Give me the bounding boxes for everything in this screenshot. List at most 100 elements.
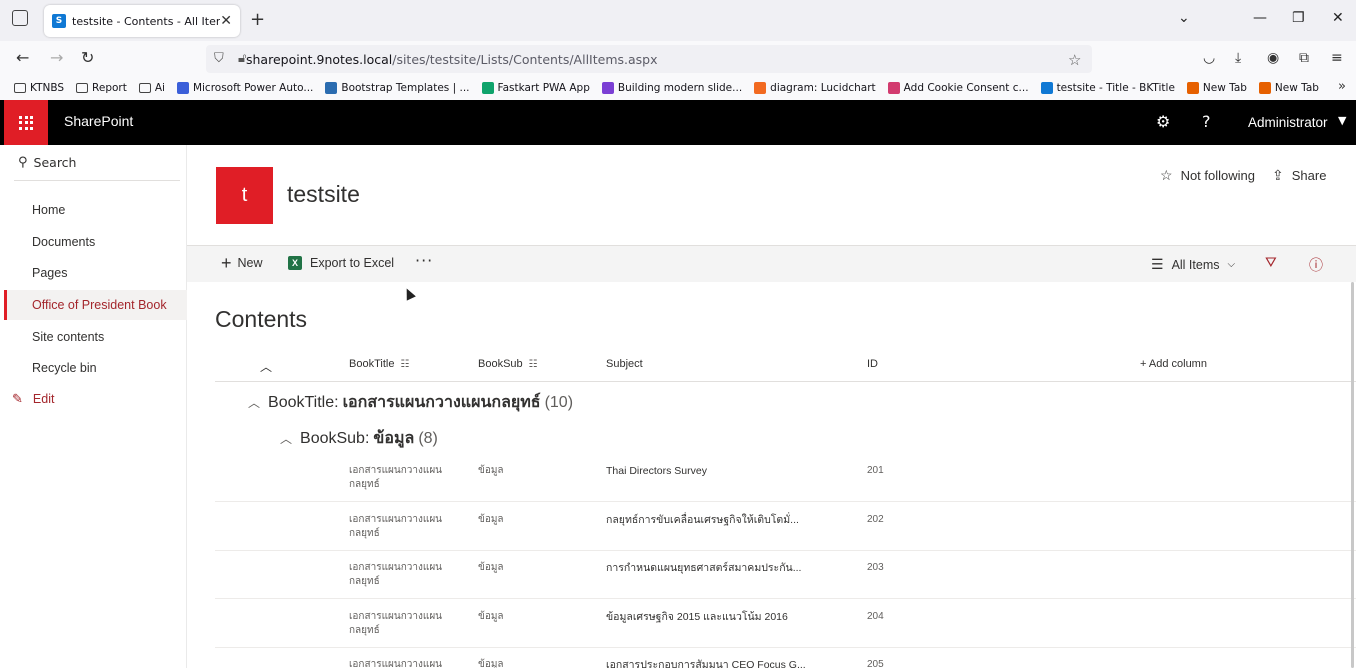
sharepoint-brand[interactable]: SharePoint xyxy=(64,113,133,129)
cell-id: 205 xyxy=(867,659,884,668)
reload-icon[interactable]: ↻ xyxy=(81,48,94,67)
column-header-id[interactable]: ID xyxy=(867,358,878,370)
group-header-booksub[interactable]: ︿ BookSub: ข้อมูล (8) xyxy=(280,426,438,451)
settings-gear-icon[interactable]: ⚙ xyxy=(1156,112,1170,131)
bookmark-label: Add Cookie Consent c... xyxy=(903,82,1029,94)
bookmark-item[interactable]: Report xyxy=(76,82,127,94)
cell-subject[interactable]: Thai Directors Survey xyxy=(606,464,707,478)
restore-icon[interactable]: ❐ xyxy=(1292,10,1305,26)
list-row[interactable]: เอกสารแผนกวางแผน กลยุทธ์ ข้อมูล กลยุทธ์การ… xyxy=(215,503,1356,551)
column-header-booktitle[interactable]: BookTitle ☷ xyxy=(349,358,409,370)
nav-item-site-contents[interactable]: Site contents xyxy=(4,322,187,352)
chevron-up-icon[interactable]: ︿ xyxy=(248,394,260,411)
column-header-booksub[interactable]: BookSub ☷ xyxy=(478,358,538,370)
column-label: Subject xyxy=(606,358,643,370)
shield-icon[interactable]: ⛉ xyxy=(214,51,224,66)
list-row[interactable]: เอกสารแผนกวางแผน ข้อมูล เอกสารประกอบการสัม… xyxy=(215,648,1356,668)
nav-item-documents[interactable]: Documents xyxy=(4,227,187,257)
bookmark-item[interactable]: testsite - Title - BKTitle xyxy=(1040,82,1175,94)
nav-item-home[interactable]: Home xyxy=(4,195,187,225)
extensions-icon[interactable]: ⧉ xyxy=(1299,50,1309,66)
info-icon[interactable]: ⓘ xyxy=(1309,255,1323,275)
bookmark-label: Fastkart PWA App xyxy=(497,82,590,94)
browser-nav-bar: ← → ↻ ⛉ 🔓︎ sharepoint.9notes.local/sites… xyxy=(0,41,1356,76)
list-all-tabs-icon[interactable]: ⌄ xyxy=(1178,10,1190,26)
export-to-excel-button[interactable]: X Export to Excel xyxy=(288,256,394,270)
share-button[interactable]: ⇪ Share xyxy=(1272,167,1326,184)
browser-tab-active[interactable]: S testsite - Contents - All Items ✕ xyxy=(44,5,240,37)
suite-bar: SharePoint ⚙ ? Administrator ▼ xyxy=(0,100,1356,145)
bookmark-item[interactable]: New Tab xyxy=(1258,82,1319,94)
lock-icon[interactable]: 🔓︎ xyxy=(238,51,246,66)
folder-icon xyxy=(14,83,26,93)
group-field: BookTitle: xyxy=(268,393,339,411)
address-bar[interactable]: ⛉ 🔓︎ sharepoint.9notes.local/sites/tests… xyxy=(206,45,1092,73)
bookmark-item[interactable]: Building modern slide... xyxy=(601,82,743,94)
column-header-subject[interactable]: Subject xyxy=(606,358,643,370)
more-bookmarks-icon[interactable]: » xyxy=(1338,79,1346,94)
group-header-booktitle[interactable]: ︿ BookTitle: เอกสารแผนกวางแผนกลยุทธ์ (10… xyxy=(248,390,573,415)
downloads-icon[interactable]: ⤓ xyxy=(1235,50,1241,66)
url-text[interactable]: sharepoint.9notes.local/sites/testsite/L… xyxy=(246,52,658,67)
bookmark-item[interactable]: Ai xyxy=(138,82,165,94)
nav-item-pages[interactable]: Pages xyxy=(4,258,187,288)
site-logo[interactable]: t xyxy=(216,167,273,224)
user-menu[interactable]: Administrator xyxy=(1248,115,1328,130)
group-value: เอกสารแผนกวางแผนกลยุทธ์ xyxy=(342,394,541,411)
header-divider xyxy=(215,381,1356,382)
cell-booktitle: เอกสารแผนกวางแผน กลยุทธ์ xyxy=(349,562,443,587)
bookmark-label: Building modern slide... xyxy=(617,82,743,94)
cell-subject[interactable]: ข้อมูลเศรษฐกิจ 2015 และแนวโน้ม 2016 xyxy=(606,610,788,624)
new-tab-icon[interactable]: + xyxy=(250,9,265,30)
app-launcher-button[interactable] xyxy=(4,100,48,145)
follow-button[interactable]: ☆ Not following xyxy=(1160,167,1255,184)
account-icon[interactable]: ◉ xyxy=(1267,50,1279,66)
bookmark-item[interactable]: diagram: Lucidchart xyxy=(754,82,876,94)
cell-subject[interactable]: การกำหนดแผนยุทธศาสตร์สมาคมประกัน... xyxy=(606,561,801,575)
site-title[interactable]: testsite xyxy=(287,181,360,208)
chevron-up-icon[interactable]: ︿ xyxy=(280,430,292,447)
bookmark-label: New Tab xyxy=(1274,82,1319,94)
vertical-scrollbar[interactable] xyxy=(1351,282,1354,668)
chevron-down-icon[interactable]: ▼ xyxy=(1338,114,1346,127)
menu-icon[interactable]: ≡ xyxy=(1331,50,1343,66)
bookmark-label: New Tab xyxy=(1202,82,1247,94)
bookmark-item[interactable]: Bootstrap Templates | ... xyxy=(325,82,470,94)
tab-list-icon[interactable] xyxy=(12,10,28,26)
nav-item-recycle-bin[interactable]: Recycle bin xyxy=(4,353,187,383)
nav-item-office-of-president-book[interactable]: Office of President Book xyxy=(4,290,187,320)
edit-links-button[interactable]: ✎ Edit xyxy=(12,391,54,407)
group-by-icon: ☷ xyxy=(400,358,410,370)
minimize-icon[interactable]: — xyxy=(1253,10,1267,26)
help-icon[interactable]: ? xyxy=(1202,112,1211,131)
collapse-all-icon[interactable]: ︿ xyxy=(260,358,272,375)
more-commands-button[interactable]: ··· xyxy=(415,251,433,270)
bookmark-item[interactable]: KTNBS xyxy=(14,82,64,94)
bookmark-item[interactable]: Microsoft Power Auto... xyxy=(176,82,313,94)
bookmark-item[interactable]: Add Cookie Consent c... xyxy=(887,82,1029,94)
search-box[interactable]: ⚲ Search xyxy=(18,155,182,170)
close-tab-icon[interactable]: ✕ xyxy=(220,13,232,29)
list-row[interactable]: เอกสารแผนกวางแผน กลยุทธ์ ข้อมูล การกำหนดแผ… xyxy=(215,551,1356,599)
cell-id: 204 xyxy=(867,610,884,622)
cell-subject[interactable]: เอกสารประกอบการสัมมนา CEO Focus G... xyxy=(606,658,806,668)
view-selector[interactable]: ☰ All Items ⌵ xyxy=(1151,256,1235,273)
cell-subject[interactable]: กลยุทธ์การขับเคลื่อนเศรษฐกิจให้เติบโตมั่… xyxy=(606,513,799,527)
bookmark-star-icon[interactable]: ☆ xyxy=(1068,51,1081,69)
bookmark-item[interactable]: Fastkart PWA App xyxy=(481,82,590,94)
pocket-icon[interactable]: ◡ xyxy=(1203,50,1215,66)
cell-booksub: ข้อมูล xyxy=(478,465,504,476)
bookmark-item[interactable]: New Tab xyxy=(1186,82,1247,94)
back-icon[interactable]: ← xyxy=(16,48,29,67)
bookmark-label: Bootstrap Templates | ... xyxy=(341,82,470,94)
list-row[interactable]: เอกสารแผนกวางแผน กลยุทธ์ ข้อมูล Thai Direc… xyxy=(215,454,1356,502)
filter-icon[interactable]: ⛛ xyxy=(1265,255,1277,271)
new-button[interactable]: + New xyxy=(221,254,263,272)
list-row[interactable]: เอกสารแผนกวางแผน กลยุทธ์ ข้อมูล ข้อมูลเศรษ… xyxy=(215,600,1356,648)
url-path: /sites/testsite/Lists/Contents/AllItems.… xyxy=(392,51,658,67)
forward-icon[interactable]: → xyxy=(50,48,63,67)
close-window-icon[interactable]: ✕ xyxy=(1332,10,1344,26)
group-count: (10) xyxy=(544,393,574,411)
add-column-button[interactable]: + Add column xyxy=(1140,358,1207,370)
cell-booksub: ข้อมูล xyxy=(478,562,504,573)
